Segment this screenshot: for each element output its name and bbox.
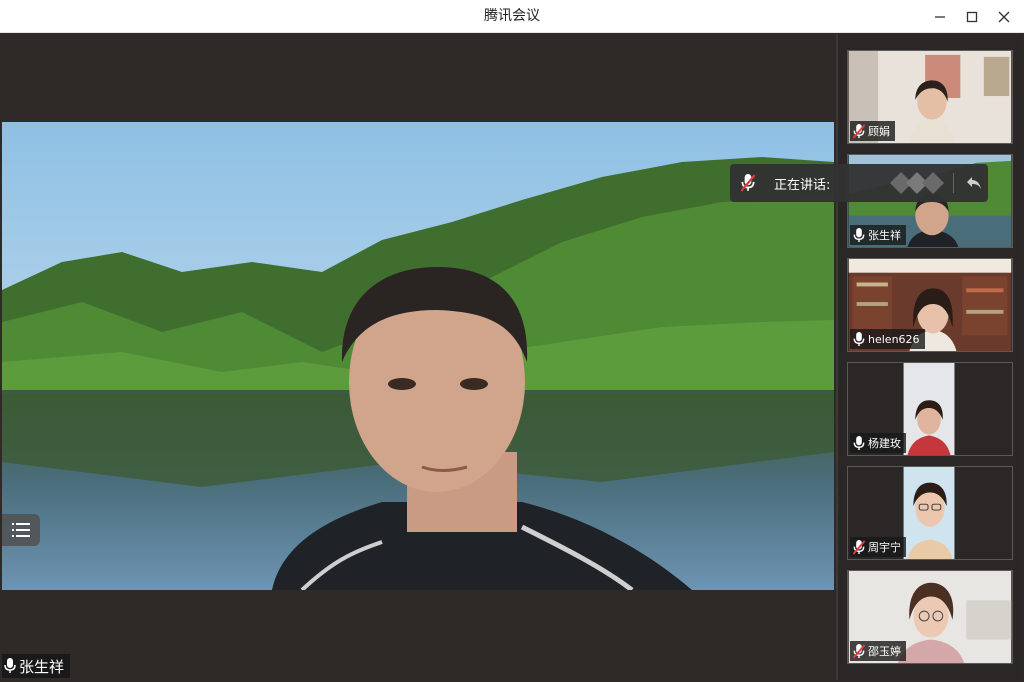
mute-toggle-button[interactable] bbox=[730, 164, 766, 202]
maximize-icon bbox=[966, 11, 978, 22]
participant-name: 张生祥 bbox=[868, 229, 901, 242]
microphone-icon bbox=[4, 658, 16, 673]
participant-tile[interactable]: 杨建玫 bbox=[847, 362, 1013, 456]
participant-tile[interactable]: 周宇宁 bbox=[847, 466, 1013, 560]
main-video-feed bbox=[2, 122, 834, 590]
close-icon bbox=[998, 11, 1010, 22]
title-bar: 腾讯会议 bbox=[0, 0, 1024, 33]
collapse-popup-button[interactable] bbox=[960, 164, 988, 202]
speaker-avatars-blurred bbox=[887, 171, 947, 195]
participant-tile[interactable]: 顾娟 bbox=[847, 50, 1013, 144]
microphone-muted-icon bbox=[853, 643, 865, 659]
participant-label: 顾娟 bbox=[850, 121, 895, 141]
window-controls bbox=[926, 0, 1018, 33]
participant-name: helen626 bbox=[868, 332, 920, 346]
minimize-icon bbox=[935, 15, 945, 18]
minimize-button[interactable] bbox=[926, 3, 954, 31]
reply-arrow-icon bbox=[967, 177, 981, 189]
participant-tile[interactable]: helen626 bbox=[847, 258, 1013, 352]
divider bbox=[953, 173, 954, 193]
speaking-indicator-popup: 正在讲话: bbox=[730, 164, 988, 202]
microphone-icon bbox=[853, 435, 865, 450]
main-stage: 张生祥 bbox=[2, 34, 834, 680]
participant-label: 邵玉婷 bbox=[850, 641, 906, 661]
maximize-button[interactable] bbox=[958, 3, 986, 31]
participant-name: 邵玉婷 bbox=[868, 645, 901, 658]
microphone-muted-icon bbox=[741, 174, 755, 192]
close-button[interactable] bbox=[990, 3, 1018, 31]
meeting-window: 腾讯会议 张生祥 顾娟 张生祥 helen626 杨建玫 周宇宁 邵玉婷 正在讲… bbox=[0, 0, 1024, 682]
window-title: 腾讯会议 bbox=[484, 8, 540, 24]
participant-label: 周宇宁 bbox=[850, 537, 906, 557]
participant-label: helen626 bbox=[850, 329, 925, 349]
participant-name: 杨建玫 bbox=[868, 437, 901, 450]
participant-list-button[interactable] bbox=[2, 514, 40, 546]
participant-label: 张生祥 bbox=[850, 225, 906, 245]
blurred-avatar-icon bbox=[890, 172, 944, 194]
speaking-label: 正在讲话: bbox=[774, 177, 831, 193]
microphone-muted-icon bbox=[853, 539, 865, 555]
list-icon bbox=[12, 523, 30, 537]
main-speaker-name: 张生祥 bbox=[19, 657, 65, 676]
participant-name: 顾娟 bbox=[868, 125, 890, 138]
participant-label: 杨建玫 bbox=[850, 433, 906, 453]
participant-name: 周宇宁 bbox=[868, 541, 901, 554]
microphone-icon bbox=[853, 227, 865, 242]
main-speaker-video[interactable] bbox=[2, 122, 834, 590]
main-speaker-label: 张生祥 bbox=[2, 654, 71, 678]
participant-sidebar: 顾娟 张生祥 helen626 杨建玫 周宇宁 邵玉婷 bbox=[836, 34, 1022, 680]
microphone-muted-icon bbox=[853, 123, 865, 139]
microphone-icon bbox=[853, 331, 865, 346]
participant-tile[interactable]: 邵玉婷 bbox=[847, 570, 1013, 664]
